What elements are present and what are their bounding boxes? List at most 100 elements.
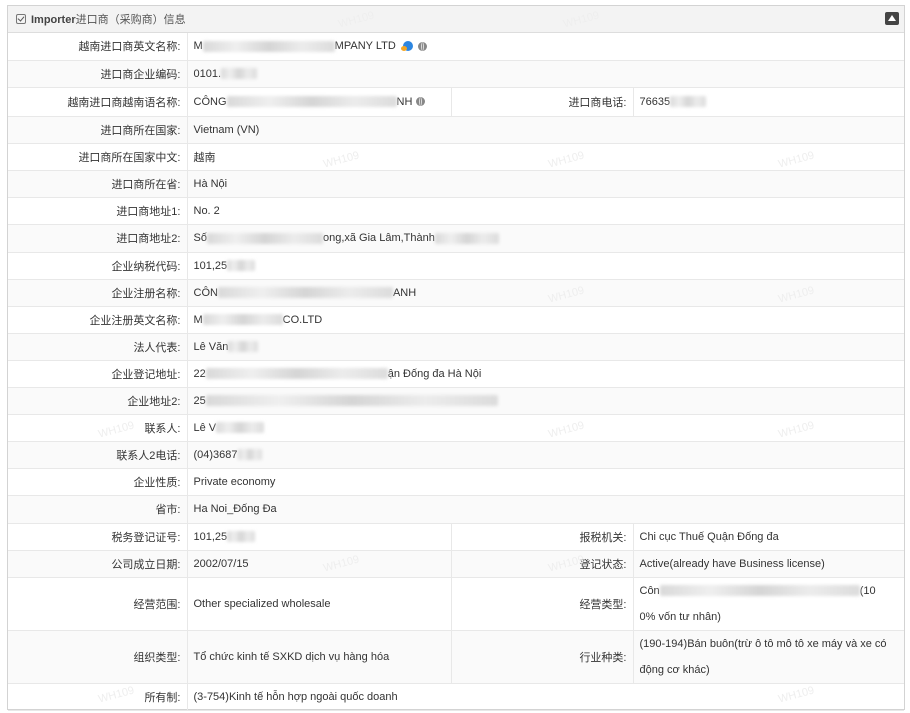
field-label: 进口商电话: [451,87,634,117]
redacted-block [434,232,499,244]
field-label: 公司成立日期: [8,550,188,578]
redacted-block [670,96,707,108]
field-label: 企业纳税代码: [8,252,188,280]
field-value: (04)3687 [187,441,904,469]
table-row: 进口商地址1: No. 2 [8,197,904,225]
table-row: 越南进口商英文名称: M MPANY LTD [8,33,904,61]
importer-info-panel: Importer进口商（采购商）信息 越南进口商英文名称: M MPANY LTD… [7,5,905,711]
field-label: 进口商企业编码: [8,60,188,88]
panel-header: Importer进口商（采购商）信息 [8,6,904,33]
redacted-block [205,368,388,380]
checkbox-icon[interactable] [16,14,26,24]
value-text: 22 [193,367,206,380]
value-text: 0101. [193,67,222,80]
field-label: 越南进口商英文名称: [8,33,188,61]
table-row: 所有制: (3-754)Kinh tế hỗn hợp ngoài quốc d… [8,683,904,711]
table-row: 越南进口商越南语名称: CÔNG NH 进口商电话: 76635 [8,87,904,117]
redacted-block [217,287,393,299]
value-text: M [193,40,203,53]
field-label: 法人代表: [8,333,188,361]
redacted-block [227,531,256,543]
field-label: 省市: [8,495,188,524]
field-value: Lê Văn [187,333,904,361]
redacted-block [202,314,283,326]
field-label: 登记状态: [451,550,634,578]
collapse-icon[interactable] [885,12,899,25]
table-row: 企业登记地址: 22 ận Đống đa Hà Nội [8,360,904,388]
field-value: (190-194)Bán buôn(trừ ô tô mô tô xe máy … [633,630,904,684]
value-text: CÔN [193,286,218,299]
field-value: 25 [187,387,904,415]
value-text: 25 [193,394,206,407]
verified-badge-icon[interactable] [400,40,414,52]
field-label: 进口商所在省: [8,170,188,198]
redacted-block [226,96,397,108]
value-text: 76635 [639,95,671,108]
field-label: 组织类型: [8,630,188,684]
table-row: 企业注册名称: CÔN ANH [8,279,904,307]
field-value: CÔN ANH [187,279,904,307]
panel-title-cn: 进口商（采购商）信息 [75,14,186,26]
redacted-block [237,449,262,461]
value-text: Số [193,232,207,244]
table-row: 企业注册英文名称: M CO.LTD [8,306,904,334]
field-value: Private economy [187,468,904,496]
table-row: 法人代表: Lê Văn [8,333,904,361]
value-text: MPANY LTD [334,40,396,53]
redacted-block [221,68,258,80]
table-row: 进口商地址2: Số ong,xã Gia Lâm,Thành [8,224,904,253]
value-text: 101,25 [193,530,228,543]
field-value: Other specialized wholesale [187,577,452,631]
panel-title-en: Importer [31,14,76,26]
field-value: 2002/07/15 [187,550,452,578]
value-text: Côn [639,584,660,597]
table-row: 进口商企业编码: 0101. [8,60,904,88]
field-value: 22 ận Đống đa Hà Nội [187,360,904,388]
field-label: 联系人2电话: [8,441,188,469]
field-value: 101,25 [187,523,452,551]
field-label: 经营类型: [451,577,634,631]
field-label: 经营范围: [8,577,188,631]
field-value: Côn (10 0% vốn tư nhân) [633,577,904,631]
field-label: 联系人: [8,414,188,442]
field-value: Chi cục Thuế Quận Đống đa [633,523,904,551]
field-value: No. 2 [187,197,904,225]
table-row: 进口商所在省: Hà Nội [8,170,904,198]
table-row: 进口商所在国家: Vietnam (VN) [8,116,904,144]
field-value: 0101. [187,60,904,88]
globe-icon[interactable] [416,97,426,107]
field-label: 行业种类: [451,630,634,684]
table-row: 经营范围: Other specialized wholesale 经营类型: … [8,577,904,631]
table-row: 联系人2电话: (04)3687 [8,441,904,469]
table-row: 公司成立日期: 2002/07/15 登记状态: Active(already … [8,550,904,578]
field-label: 企业地址2: [8,387,188,415]
field-label: 企业注册英文名称: [8,306,188,334]
value-text: M [193,313,203,326]
value-text: (10 [859,584,876,597]
table-row: 进口商所在国家中文: 越南 [8,143,904,171]
value-text: ANH [392,286,417,299]
value-text: Lê V [193,421,217,434]
globe-icon[interactable] [417,41,427,51]
value-text: 0% vốn tư nhân) [639,610,721,623]
importer-info-table: 越南进口商英文名称: M MPANY LTD 进口商企业编码: 0101. 越南进… [8,33,904,711]
value-text: ận Đống đa Hà Nội [387,367,482,380]
table-row: 企业地址2: 25 [8,387,904,415]
field-value: (3-754)Kinh tế hỗn hợp ngoài quốc doanh [187,683,904,711]
table-row: 联系人: Lê V [8,414,904,442]
redacted-block [227,260,256,272]
table-row: 省市: Ha Noi_Đống Đa [8,495,904,524]
redacted-block [659,585,860,597]
field-value: Lê V [187,414,904,442]
redacted-block [202,40,335,52]
table-row: 企业纳税代码: 101,25 [8,252,904,280]
field-value: 越南 [187,143,904,171]
redacted-block [205,395,498,407]
value-text: ong,xã Gia Lâm,Thành [322,232,435,244]
field-value: Vietnam (VN) [187,116,904,144]
table-row: 组织类型: Tổ chức kinh tế SXKD dịch vụ hàng … [8,630,904,684]
field-value: Active(already have Business license) [633,550,904,578]
value-text: 101,25 [193,259,228,272]
field-label: 越南进口商越南语名称: [8,87,188,117]
field-value: 101,25 [187,252,904,280]
